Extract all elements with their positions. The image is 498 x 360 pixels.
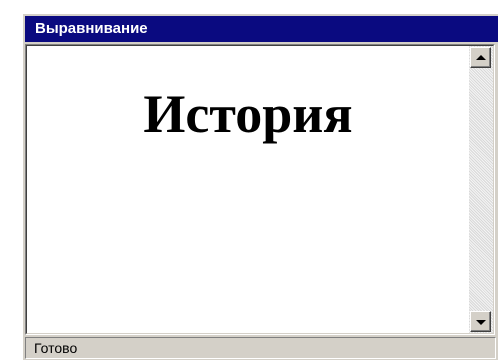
arrow-down-icon <box>475 319 486 325</box>
window-title[interactable]: Выравнивание <box>25 16 498 42</box>
status-bar: Готово <box>25 337 496 359</box>
document-heading: История <box>143 84 353 144</box>
vertical-scrollbar[interactable] <box>469 46 493 333</box>
app-window: Выравнивание История Готово <box>22 13 498 360</box>
status-text: Готово <box>34 340 78 356</box>
document-view[interactable]: История <box>27 46 469 333</box>
document-frame: История <box>25 44 495 335</box>
scroll-up-button[interactable] <box>470 47 491 68</box>
scroll-down-button[interactable] <box>470 311 491 332</box>
arrow-up-icon <box>475 54 486 60</box>
document-frame-inner: История <box>26 45 494 334</box>
